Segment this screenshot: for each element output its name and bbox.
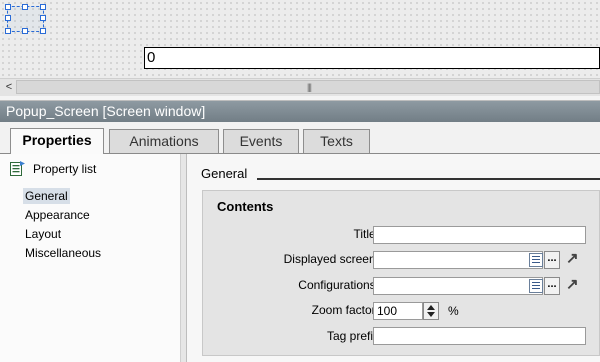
displayed-screen-browse-button[interactable]: ... xyxy=(544,251,560,269)
go-to-arrow-icon[interactable]: ↗ xyxy=(566,251,580,266)
section-divider xyxy=(257,178,600,180)
configurations-label: Configurations: xyxy=(298,278,379,292)
io-field[interactable]: 0 xyxy=(144,47,600,69)
resize-handle[interactable] xyxy=(40,4,46,10)
section-title: General xyxy=(201,166,248,181)
inspector-title: Popup_Screen [Screen window] xyxy=(0,101,600,122)
tab-events[interactable]: Events xyxy=(223,129,299,153)
zoom-factor-stepper[interactable] xyxy=(423,302,439,320)
zoom-factor-field[interactable]: 100 xyxy=(373,302,423,320)
resize-handle[interactable] xyxy=(40,15,46,21)
tab-texts[interactable]: Texts xyxy=(303,129,370,153)
scrollbar-thumb[interactable]: ||| xyxy=(16,80,600,94)
property-list-toggle[interactable]: Property list xyxy=(10,160,175,178)
inspector-tabs: Properties Animations Events Texts xyxy=(0,122,600,154)
resize-handle[interactable] xyxy=(22,28,28,34)
resize-handle[interactable] xyxy=(22,4,28,10)
configurations-field[interactable] xyxy=(373,277,543,295)
nav-item-appearance[interactable]: Appearance xyxy=(23,207,92,223)
nav-item-layout[interactable]: Layout xyxy=(23,226,63,242)
horizontal-scrollbar[interactable]: < ||| xyxy=(0,78,600,96)
title-field[interactable] xyxy=(373,226,586,244)
tab-animations[interactable]: Animations xyxy=(109,129,219,153)
list-icon[interactable] xyxy=(529,279,543,293)
tag-prefix-label: Tag prefix xyxy=(326,329,379,343)
contents-group: Contents Title: Displayed screen: ... ↗ … xyxy=(202,190,600,356)
nav-item-miscellaneous[interactable]: Miscellaneous xyxy=(23,245,103,261)
scrollbar-grip-icon: ||| xyxy=(306,82,312,92)
selected-object-frame[interactable] xyxy=(5,4,46,34)
displayed-screen-field[interactable] xyxy=(373,251,543,269)
group-title: Contents xyxy=(217,199,274,214)
nav-item-general[interactable]: General xyxy=(23,188,70,204)
property-details: General Contents Title: Displayed screen… xyxy=(187,154,600,362)
tag-prefix-field[interactable] xyxy=(373,327,586,345)
resize-handle[interactable] xyxy=(5,15,11,21)
property-list-icon xyxy=(10,161,25,176)
list-icon[interactable] xyxy=(529,253,543,267)
resize-handle[interactable] xyxy=(40,28,46,34)
property-navigation: Property list General Appearance Layout … xyxy=(0,154,181,362)
resize-handle[interactable] xyxy=(5,28,11,34)
scroll-left-arrow-icon[interactable]: < xyxy=(2,79,16,95)
displayed-screen-label: Displayed screen: xyxy=(283,252,379,266)
go-to-arrow-icon[interactable]: ↗ xyxy=(566,277,580,292)
zoom-unit: % xyxy=(448,304,459,318)
screen-canvas[interactable]: 0 xyxy=(0,0,600,78)
configurations-browse-button[interactable]: ... xyxy=(544,277,560,295)
property-list-label: Property list xyxy=(33,162,97,176)
resize-handle[interactable] xyxy=(5,4,11,10)
zoom-factor-label: Zoom factor: xyxy=(311,303,379,317)
tab-properties[interactable]: Properties xyxy=(10,128,104,154)
